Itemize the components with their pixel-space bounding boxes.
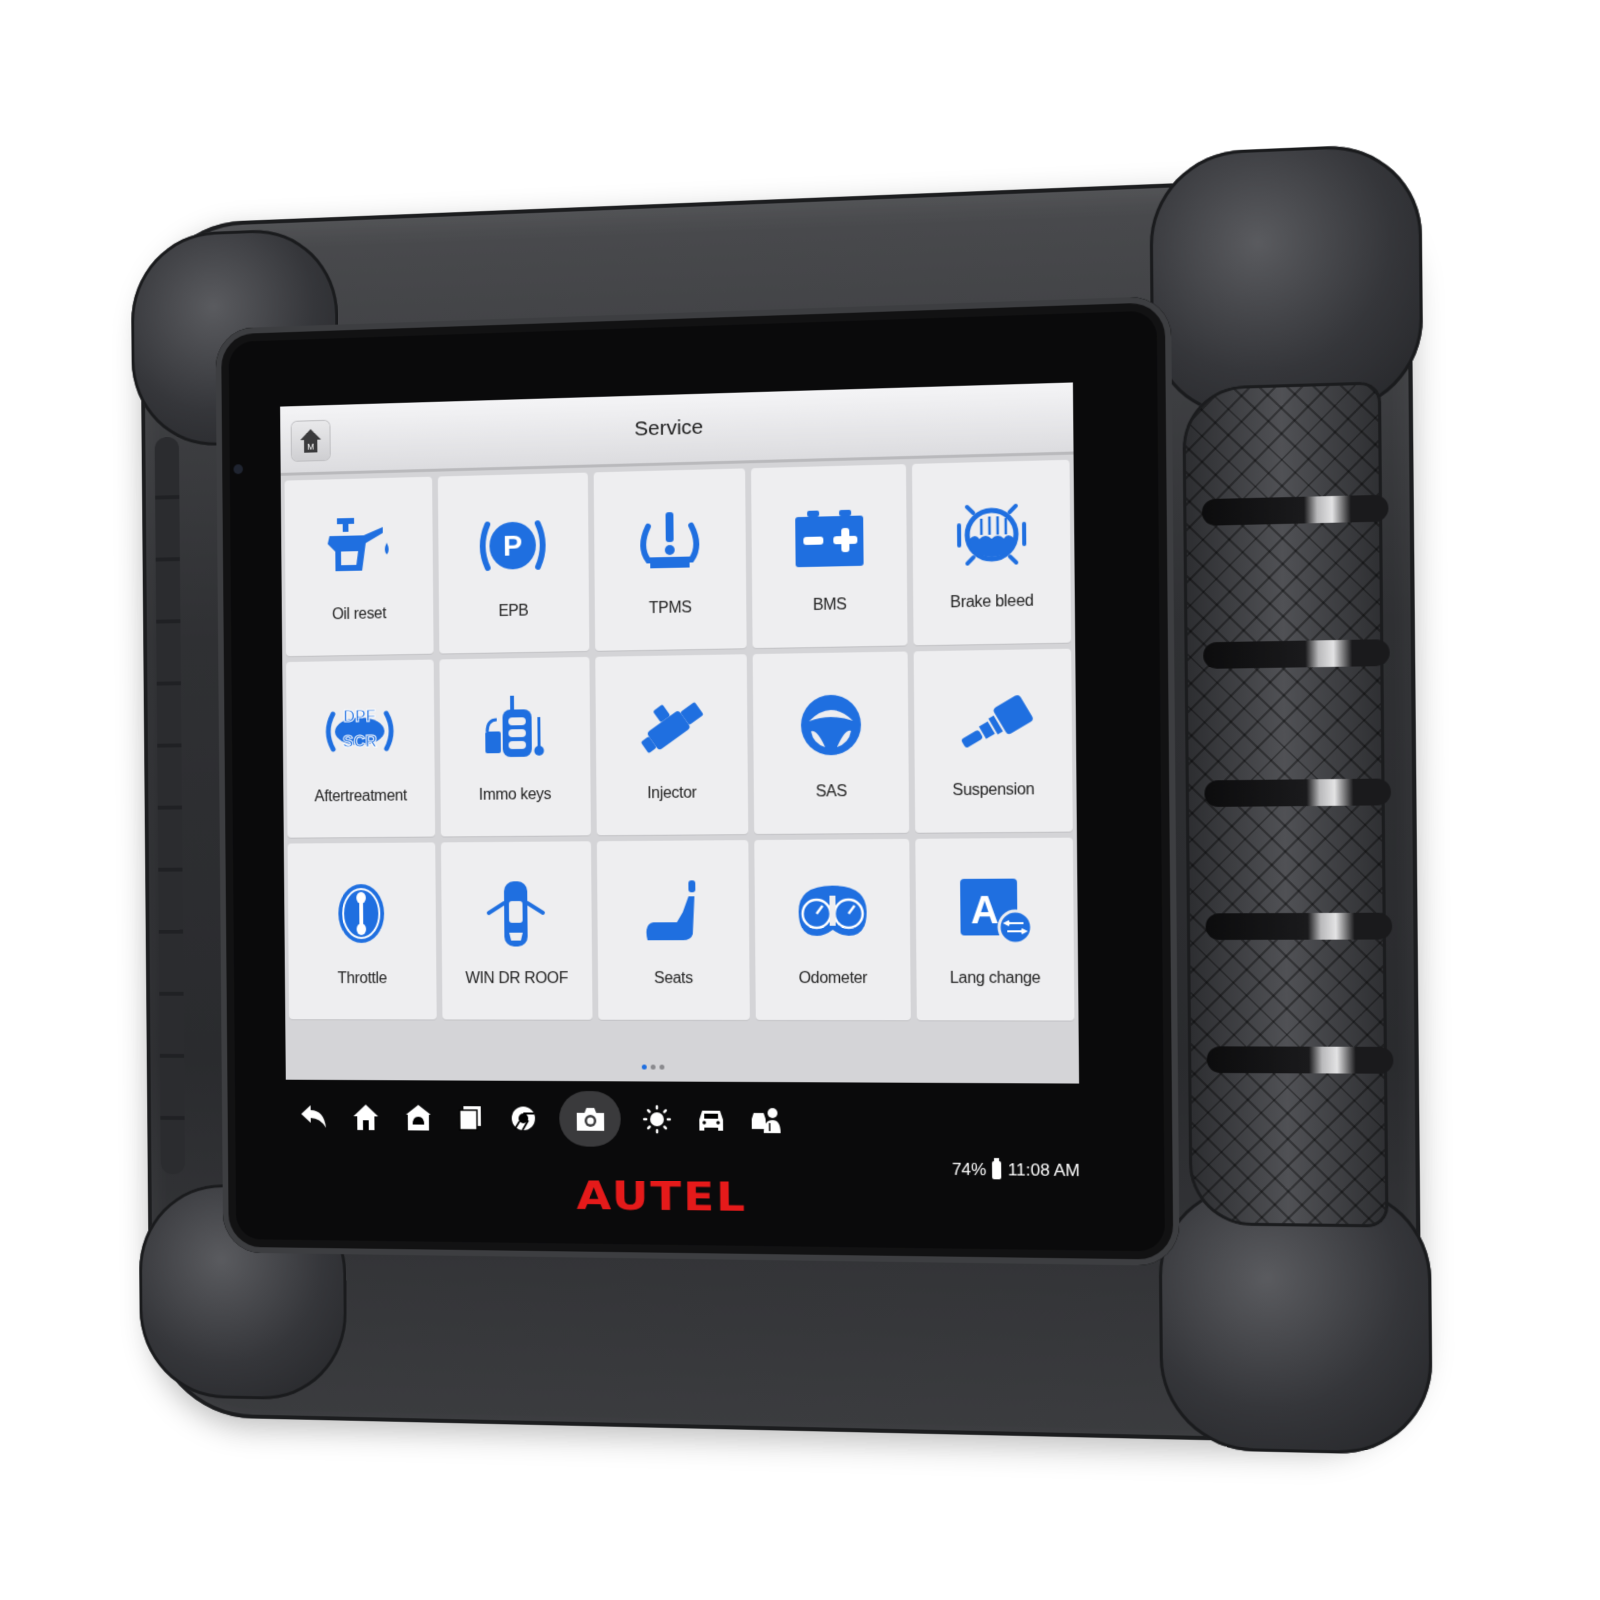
screen-bezel: M Service Oil reset P EPB TPMS BMS Brake… [215, 295, 1180, 1266]
svg-text:DPF: DPF [344, 706, 377, 725]
tile-bms[interactable]: BMS [751, 464, 908, 649]
tile-label: Immo keys [478, 786, 552, 804]
immobilizer-key-icon [475, 695, 545, 758]
tile-label: Oil reset [331, 605, 387, 624]
brake-fluid-icon [950, 493, 1032, 576]
throttle-icon [338, 884, 385, 943]
grip-slot [1203, 639, 1390, 669]
battery-icon [794, 509, 864, 568]
clock: 11:08 AM [1007, 1160, 1080, 1181]
tile-label: EPB [498, 602, 529, 620]
tile-label: Odometer [798, 969, 868, 988]
recent-apps-icon [456, 1106, 482, 1133]
svg-text:P: P [503, 529, 523, 563]
language-change-icon: A [959, 878, 1036, 951]
tile-label: Aftertreatment [314, 787, 408, 806]
back-button[interactable] [297, 1097, 330, 1136]
page-title: Service [634, 415, 704, 441]
service-grid: Oil reset P EPB TPMS BMS Brake bleed DPF… [284, 459, 1075, 1021]
technician-icon [751, 1107, 781, 1134]
tile-label: Seats [654, 970, 693, 988]
recent-apps-button[interactable] [454, 1098, 488, 1138]
brand-logo: AUTEL [576, 1172, 748, 1220]
brightness-icon [642, 1104, 672, 1134]
tile-throttle[interactable]: Throttle [287, 842, 437, 1020]
tile-label: Suspension [952, 781, 1035, 800]
car-doors-icon [477, 881, 555, 947]
battery-percent: 74% [951, 1159, 987, 1180]
screen: M Service Oil reset P EPB TPMS BMS Brake… [280, 382, 1080, 1084]
brightness-button[interactable] [640, 1099, 674, 1139]
tile-suspension[interactable]: Suspension [913, 648, 1073, 833]
oil-can-icon [327, 517, 390, 572]
tile-injector[interactable]: Injector [594, 654, 749, 836]
steering-wheel-icon [800, 694, 862, 756]
android-home-icon [405, 1104, 431, 1131]
tile-label: WIN DR ROOF [465, 970, 569, 988]
tile-odometer[interactable]: Odometer [754, 838, 912, 1021]
camera-icon [576, 1107, 604, 1131]
grip-slot [1206, 1046, 1394, 1074]
chrome-icon [509, 1106, 538, 1133]
diagnostic-tablet: M Service Oil reset P EPB TPMS BMS Brake… [130, 142, 1433, 1456]
remote-expert-button[interactable] [748, 1100, 783, 1140]
android-home-button[interactable] [401, 1098, 435, 1138]
svg-text:SCR: SCR [343, 732, 377, 751]
page-dot-active[interactable] [641, 1064, 647, 1070]
seat-icon [646, 880, 696, 941]
suspension-icon [960, 693, 1034, 749]
page-dot[interactable] [650, 1064, 656, 1070]
dpf-scr-icon: DPF SCR [322, 692, 399, 771]
grip-slot [1204, 778, 1392, 807]
page-dot[interactable] [659, 1064, 665, 1070]
browser-button[interactable] [507, 1099, 541, 1139]
screenshot-button[interactable] [559, 1090, 621, 1147]
tire-pressure-warning-icon [630, 512, 709, 582]
tile-label: Throttle [337, 970, 387, 988]
tile-label: Brake bleed [950, 592, 1034, 612]
tile-sas[interactable]: SAS [753, 651, 910, 835]
tile-brake-bleed[interactable]: Brake bleed [912, 459, 1072, 646]
tile-tpms[interactable]: TPMS [593, 468, 748, 651]
tile-epb[interactable]: P EPB [437, 472, 589, 654]
tile-seats[interactable]: Seats [596, 840, 751, 1020]
svg-text:A: A [970, 888, 998, 931]
tile-label: Injector [647, 784, 697, 803]
tile-label: TPMS [648, 599, 692, 618]
tile-lang-change[interactable]: A Lang change [915, 837, 1075, 1021]
status-bar: 74% 11:08 AM [952, 1160, 1080, 1181]
vci-button[interactable] [694, 1100, 729, 1140]
tile-label: BMS [812, 596, 847, 614]
home-icon [353, 1104, 379, 1131]
tile-immo-keys[interactable]: Immo keys [439, 656, 591, 837]
tile-label: Lang change [949, 969, 1041, 988]
injector-icon [640, 701, 704, 754]
home-button[interactable] [349, 1098, 382, 1137]
odometer-icon [792, 885, 873, 936]
page-indicator[interactable] [641, 1064, 665, 1070]
system-navbar [297, 1088, 783, 1151]
grip-slot [1201, 494, 1389, 526]
tile-win-dr-roof[interactable]: WIN DR ROOF [440, 841, 593, 1020]
tile-aftertreatment[interactable]: DPF SCR Aftertreatment [286, 659, 435, 838]
front-camera [233, 464, 243, 475]
battery-icon [992, 1161, 1002, 1180]
side-grip-right [1182, 381, 1394, 1228]
tile-oil-reset[interactable]: Oil reset [284, 476, 434, 657]
car-icon [699, 1110, 724, 1131]
parking-brake-icon: P [474, 505, 552, 586]
corner-guard [1149, 142, 1424, 419]
tile-label: SAS [815, 783, 847, 801]
grip-slot [1205, 912, 1393, 940]
back-arrow-icon [301, 1105, 327, 1128]
